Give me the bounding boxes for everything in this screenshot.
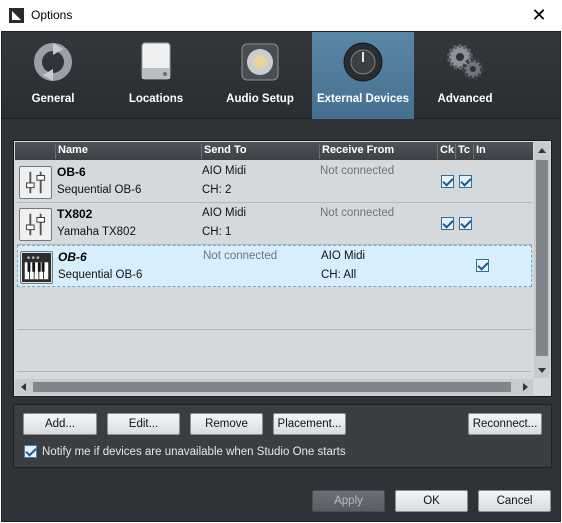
tab-label: Audio Setup [226,93,294,105]
tc-checkbox[interactable] [459,217,472,230]
keyboard-icon [20,251,53,284]
scroll-down-icon[interactable] [534,363,550,377]
horizontal-scroll-thumb[interactable] [33,382,511,392]
send-to-port: AIO Midi [202,165,247,177]
device-model: Sequential OB-6 [58,269,143,281]
remove-button[interactable]: Remove [190,413,263,435]
tab-advanced[interactable]: Advanced [414,32,516,119]
tab-audio-setup[interactable]: Audio Setup [208,32,312,119]
column-in[interactable]: In [473,144,491,159]
tab-label: Locations [128,93,184,105]
studio-one-logo-icon [9,8,24,23]
scroll-right-icon[interactable] [518,379,532,395]
add-button[interactable]: Add... [23,413,97,435]
window-title: Options [31,8,73,22]
devices-panel: Name Send To Receive From Ck Tc In OB-6 … [13,140,552,397]
tab-label: External Devices [316,93,410,105]
tc-checkbox[interactable] [459,175,472,188]
table-row-selected[interactable]: OB-6 Sequential OB-6 Not connected AIO M… [17,245,532,287]
table-row[interactable]: TX802 Yamaha TX802 AIO Midi CH: 1 Not co… [17,203,532,245]
controller-icon [19,166,52,199]
send-to-port: AIO Midi [202,207,247,219]
column-send-to[interactable]: Send To [201,144,319,159]
tab-locations[interactable]: Locations [104,32,208,119]
knob-icon [343,42,383,82]
options-window: General Locations Audio Setup External D… [1,31,561,522]
empty-row-divider [17,371,532,372]
apply-button[interactable]: Apply [312,490,385,512]
gears-icon [447,44,484,80]
tab-bar: General Locations Audio Setup External D… [2,32,560,119]
edit-button[interactable]: Edit... [107,413,180,435]
receive-from-port: AIO Midi [321,250,366,262]
device-model: Yamaha TX802 [57,226,136,238]
horizontal-scrollbar[interactable] [15,379,533,395]
receive-from-port: Not connected [320,207,395,219]
controller-icon [19,208,52,241]
empty-row-divider [17,329,532,330]
column-ck[interactable]: Ck [437,144,455,159]
device-name: OB-6 [57,165,86,179]
drive-icon [141,42,171,80]
ok-button[interactable]: OK [395,490,468,512]
devices-table: Name Send To Receive From Ck Tc In OB-6 … [15,142,533,378]
notify-option[interactable]: Notify me if devices are unavailable whe… [24,445,346,458]
cancel-button[interactable]: Cancel [478,490,551,512]
notify-label: Notify me if devices are unavailable whe… [42,445,346,458]
send-to-channel: CH: 1 [202,226,232,238]
device-name: OB-6 [58,250,87,264]
in-checkbox[interactable] [476,259,489,272]
column-tc[interactable]: Tc [455,144,473,159]
placement-button[interactable]: Placement... [273,413,346,435]
tab-label: Advanced [437,93,493,105]
ck-checkbox[interactable] [441,175,454,188]
send-to-channel: CH: 2 [202,184,232,196]
column-name[interactable]: Name [55,144,201,159]
send-to-port: Not connected [203,250,278,262]
table-header: Name Send To Receive From Ck Tc In [15,142,533,160]
title-bar: Options ✕ [0,0,562,31]
notify-checkbox[interactable] [24,445,37,458]
speaker-icon [241,43,279,81]
scroll-up-icon[interactable] [534,143,550,157]
receive-from-port: Not connected [320,165,395,177]
tab-external-devices[interactable]: External Devices [312,32,414,119]
tab-label: General [31,93,75,105]
tab-general[interactable]: General [2,32,104,119]
reconnect-button[interactable]: Reconnect... [468,413,542,435]
vertical-scroll-thumb[interactable] [536,160,548,356]
device-name: TX802 [57,207,93,221]
refresh-icon [34,43,72,81]
device-model: Sequential OB-6 [57,184,142,196]
scroll-left-icon[interactable] [16,379,30,395]
device-actions-bar: Add... Edit... Remove Placement... Recon… [13,404,552,468]
receive-from-channel: CH: All [321,269,357,281]
ck-checkbox[interactable] [441,217,454,230]
close-icon[interactable]: ✕ [516,0,562,31]
vertical-scrollbar[interactable] [534,142,550,378]
column-receive-from[interactable]: Receive From [319,144,437,159]
table-row[interactable]: OB-6 Sequential OB-6 AIO Midi CH: 2 Not … [17,161,532,203]
